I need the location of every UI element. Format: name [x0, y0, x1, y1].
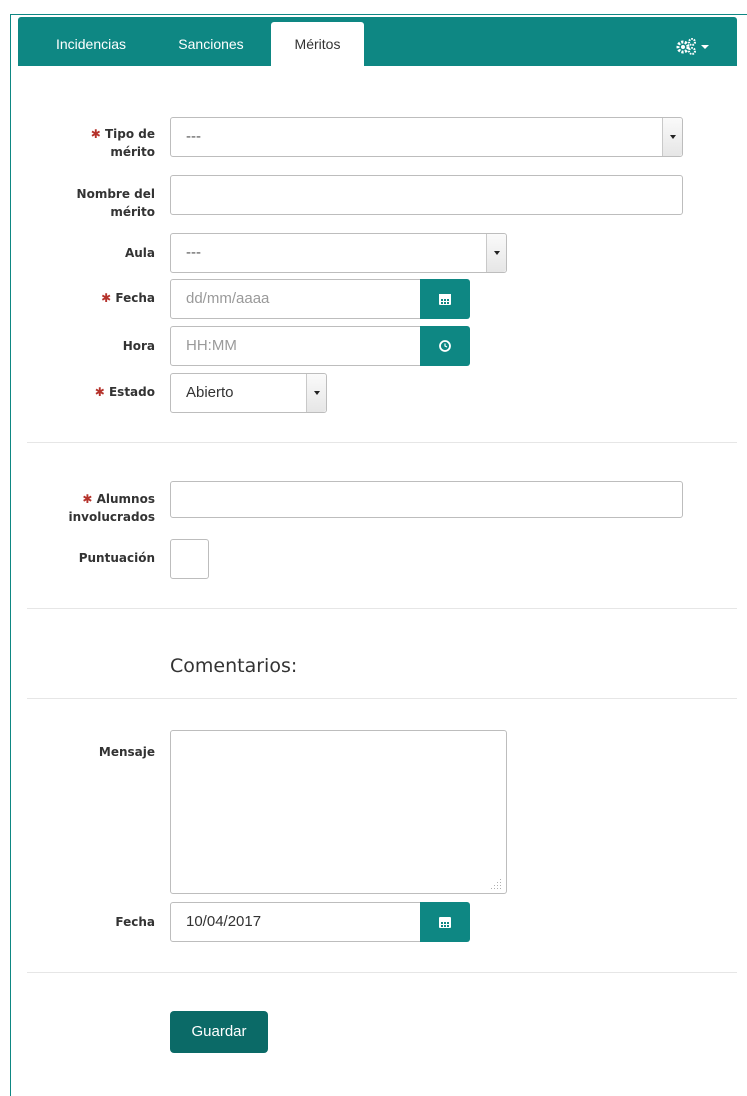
calendar-button[interactable] — [420, 902, 470, 942]
puntuacion-input[interactable] — [170, 539, 209, 579]
estado-value: Abierto — [186, 384, 234, 401]
required-icon: ✱ — [101, 291, 112, 305]
divider — [27, 442, 737, 443]
tipo-merito-label: ✱ Tipo de mérito — [15, 125, 155, 161]
guardar-button[interactable]: Guardar — [170, 1011, 268, 1053]
tipo-merito-value: --- — [186, 128, 201, 145]
nombre-merito-label-line1: Nombre del — [76, 187, 155, 201]
estado-label: ✱ Estado — [15, 383, 155, 401]
required-icon: ✱ — [82, 492, 93, 506]
fecha-label-text: Fecha — [115, 291, 155, 305]
chevron-down-icon — [306, 374, 326, 412]
divider — [27, 972, 737, 973]
nombre-merito-input[interactable] — [170, 175, 683, 215]
alumnos-label-line1: Alumnos — [96, 492, 155, 506]
hora-input[interactable]: HH:MM — [170, 326, 421, 366]
comentario-fecha-input[interactable]: 10/04/2017 — [170, 902, 421, 942]
mensaje-textarea[interactable] — [170, 730, 507, 894]
alumnos-input[interactable] — [170, 481, 683, 518]
tab-bar: Incidencias Sanciones Méritos — [18, 17, 737, 66]
tab-sanciones[interactable]: Sanciones — [161, 22, 261, 66]
hora-label: Hora — [122, 339, 155, 353]
alumnos-label-line2: involucrados — [68, 510, 155, 524]
calendar-button[interactable] — [420, 279, 470, 319]
divider — [27, 698, 737, 699]
clock-button[interactable] — [420, 326, 470, 366]
tipo-merito-label-line1: Tipo de — [104, 127, 155, 141]
tipo-merito-select[interactable]: --- — [170, 117, 683, 157]
calendar-icon — [439, 917, 451, 928]
mensaje-label: Mensaje — [98, 745, 155, 759]
estado-label-text: Estado — [108, 385, 155, 399]
calendar-icon — [439, 294, 451, 305]
fecha-label: ✱ Fecha — [15, 289, 155, 307]
tipo-merito-label-line2: mérito — [110, 145, 155, 159]
aula-select[interactable]: --- — [170, 233, 507, 273]
nombre-merito-label-line2: mérito — [110, 205, 155, 219]
tab-incidencias[interactable]: Incidencias — [35, 22, 147, 66]
estado-select[interactable]: Abierto — [170, 373, 327, 413]
required-icon: ✱ — [94, 385, 105, 399]
nombre-merito-label: Nombre del mérito — [15, 185, 155, 221]
chevron-down-icon — [662, 118, 682, 156]
tab-meritos[interactable]: Méritos — [271, 22, 364, 66]
comentarios-title: Comentarios: — [170, 655, 298, 677]
puntuacion-label: Puntuación — [78, 551, 155, 565]
gears-icon[interactable] — [675, 36, 715, 56]
required-icon: ✱ — [90, 127, 101, 141]
fecha-input[interactable]: dd/mm/aaaa — [170, 279, 421, 319]
aula-value: --- — [186, 244, 201, 261]
comentario-fecha-label: Fecha — [115, 915, 155, 929]
clock-icon — [439, 340, 451, 352]
divider — [27, 608, 737, 609]
alumnos-label: ✱ Alumnos involucrados — [15, 490, 155, 526]
resize-grip-icon[interactable] — [491, 878, 503, 890]
chevron-down-icon — [486, 234, 506, 272]
aula-label: Aula — [124, 246, 155, 260]
